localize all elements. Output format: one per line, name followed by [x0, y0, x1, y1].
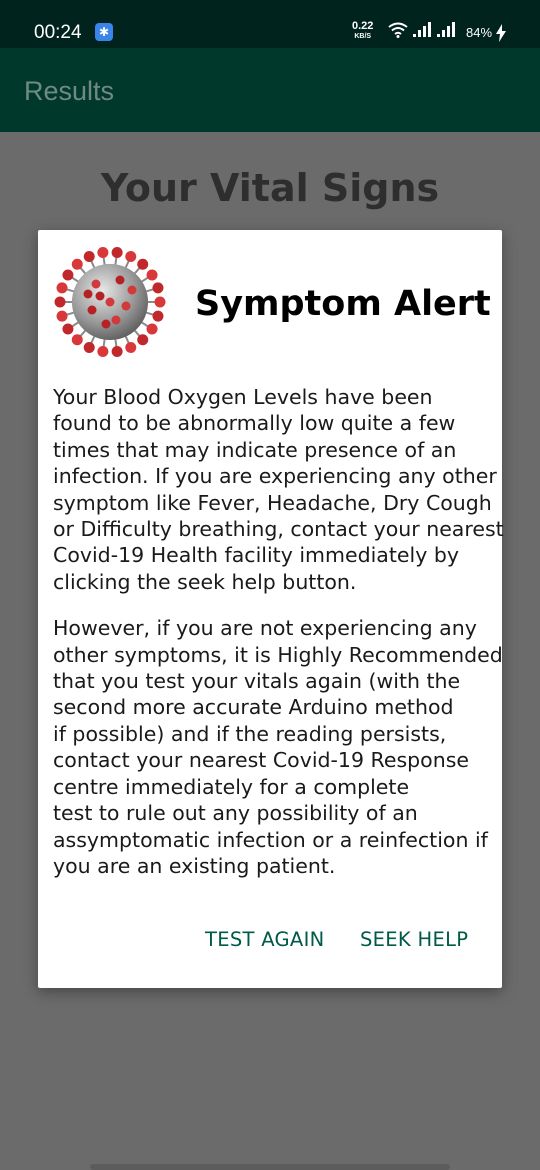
message-line: clicking the seek help button. [53, 569, 357, 594]
dialog-title: Symptom Alert [195, 284, 491, 324]
message-line: Covid-19 Health facility immediately by [53, 543, 460, 568]
status-time: 00:24 [34, 22, 82, 43]
navigation-handle[interactable] [90, 1164, 450, 1170]
message-paragraph-2: However, if you are not experiencing any… [53, 615, 503, 879]
charging-icon [496, 24, 506, 42]
notification-icon: ✱ [95, 23, 113, 41]
message-line: found to be abnormally low quite a few [53, 411, 456, 436]
message-line: assymptomatic infection or a reinfection… [53, 827, 488, 852]
message-paragraph-1: Your Blood Oxygen Levels have been found … [53, 384, 504, 595]
network-speed-value: 0.22 [352, 20, 374, 32]
app-bar-title: Results [24, 76, 115, 106]
message-line: if possible) and if the reading persists… [53, 721, 447, 746]
coronavirus-icon [54, 247, 166, 357]
page-heading: Your Vital Signs [100, 166, 440, 210]
message-line: centre immediately for a complete [53, 774, 410, 799]
network-speed-unit: KB/S [354, 33, 372, 40]
message-line: test to rule out any possibility of an [53, 801, 418, 826]
message-line: other symptoms, it is Highly Recommended [53, 642, 503, 667]
status-bar: 00:24 ✱ 0.22 KB/S 84% [0, 0, 540, 48]
message-line: you are an existing patient. [53, 853, 336, 878]
app-bar: Results [0, 48, 540, 132]
symptom-alert-dialog: Symptom Alert Your Blood Oxygen Levels h… [38, 230, 504, 988]
signal-icon [413, 22, 431, 37]
message-line: second more accurate Arduino method [53, 695, 454, 720]
message-line: Your Blood Oxygen Levels have been [53, 385, 433, 409]
message-line: However, if you are not experiencing any [53, 616, 477, 641]
battery-level: 84% [466, 25, 493, 40]
message-line: or Difficulty breathing, contact your ne… [53, 517, 504, 542]
status-icons [388, 22, 456, 38]
test-again-button[interactable]: TEST AGAIN [205, 928, 325, 951]
message-line: symptom like Fever, Headache, Dry Cough [53, 490, 492, 515]
message-line: times that may indicate presence of an [53, 437, 457, 462]
message-line: that you test your vitals again (with th… [53, 669, 461, 694]
seek-help-button[interactable]: SEEK HELP [360, 928, 468, 951]
message-line: contact your nearest Covid-19 Response [53, 748, 469, 773]
message-line: infection. If you are experiencing any o… [53, 464, 497, 489]
signal-icon [437, 22, 455, 37]
screen: 00:24 ✱ 0.22 KB/S 84% Results Your Vital… [0, 0, 540, 1170]
wifi-icon [388, 22, 408, 38]
dialog-message: Your Blood Oxygen Levels have been found … [53, 384, 504, 899]
network-speed: 0.22 KB/S [352, 20, 374, 41]
